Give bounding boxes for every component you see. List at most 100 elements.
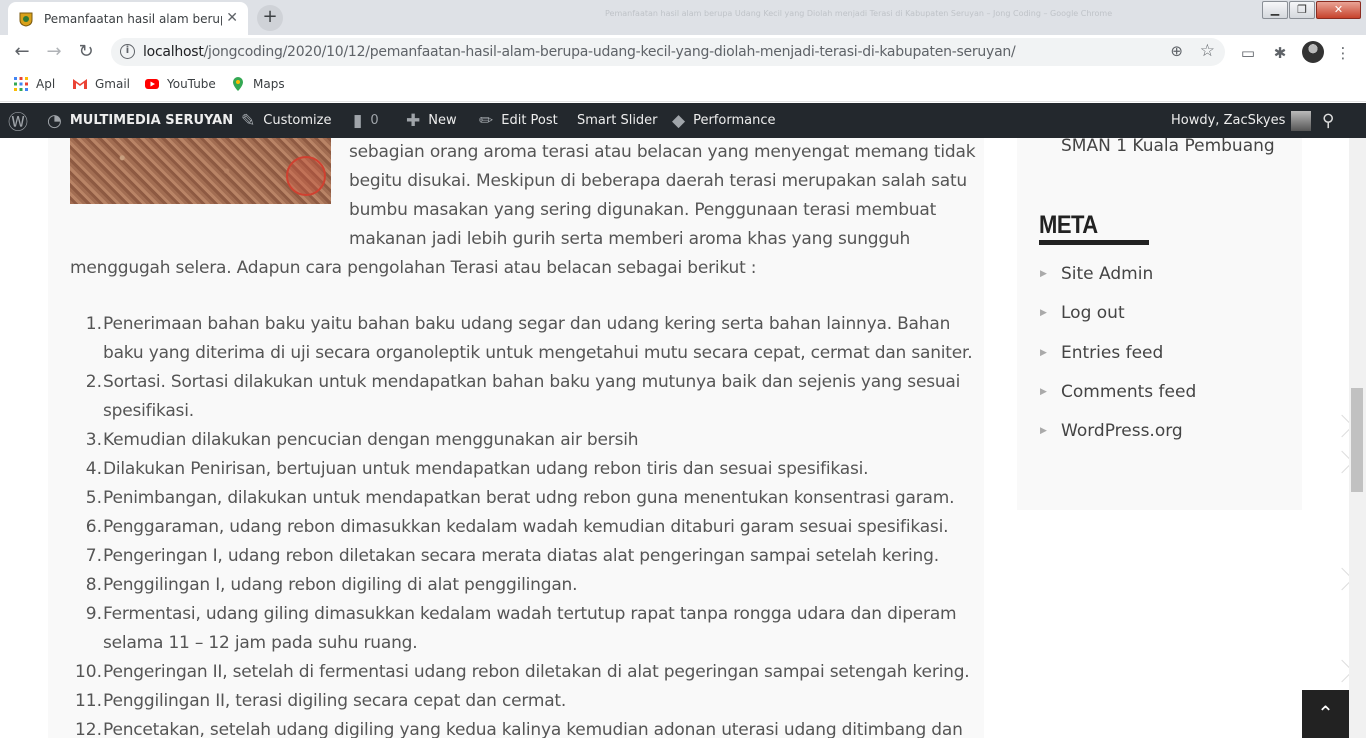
article-image <box>70 138 331 204</box>
chrome-menu-icon[interactable]: ⋮ <box>1334 44 1352 62</box>
browser-toolbar: ← → ↻ i localhost/jongcoding/2020/10/12/… <box>0 35 1366 69</box>
brush-icon: ✎ <box>241 110 256 131</box>
admin-search-icon[interactable]: ⚲ <box>1322 103 1334 138</box>
meta-link[interactable]: Log out <box>1061 303 1125 323</box>
window-title: Pemanfaatan hasil alam berupa Udang Keci… <box>605 9 1113 18</box>
step-text: Penimbangan, dilakukan untuk mendapatkan… <box>103 488 955 508</box>
meta-link[interactable]: Entries feed <box>1061 343 1163 363</box>
sidebar: SMAN 1 Kuala Pembuang META ▶ Site Admin ▶ L… <box>1017 138 1302 510</box>
meta-link[interactable]: Comments feed <box>1061 382 1196 402</box>
step-text: Pengeringan II, setelah di fermentasi ud… <box>103 662 970 682</box>
comment-icon: ▮ <box>353 110 363 131</box>
minimize-window-button[interactable]: ▁ <box>1262 1 1288 19</box>
step-text: Pencetakan, setelah udang digiling yang … <box>103 720 963 738</box>
profile-avatar[interactable] <box>1302 41 1324 63</box>
back-to-top-button[interactable]: ⌃ <box>1302 690 1349 738</box>
step-text: Penerimaan bahan baku yaitu bahan baku u… <box>103 314 951 334</box>
wp-admin-bar: Ⓦ ◔ MULTIMEDIA SERUYAN ✎ Customize ▮ 0 ✚ New… <box>0 103 1366 138</box>
intro-line: begitu disukai. Meskipun di beberapa dae… <box>349 171 967 191</box>
step-text: Dilakukan Penirisan, bertujuan untuk men… <box>103 459 869 479</box>
step-text: Penggaraman, udang rebon dimasukkan keda… <box>103 517 949 537</box>
reload-icon[interactable]: ↻ <box>76 42 96 62</box>
bookmark-star-icon[interactable]: ☆ <box>1200 41 1215 61</box>
image-watermark-logo <box>286 156 326 196</box>
step-number: 5. <box>85 488 102 508</box>
step-number: 2. <box>85 372 102 392</box>
intro-line: sebagian orang aroma terasi atau belacan… <box>349 142 976 162</box>
step-number: 11. <box>74 691 102 711</box>
browser-tab-strip: Pemanfaatan hasil alam berupa Udang Keci… <box>0 0 1366 35</box>
meta-widget-title: META <box>1039 210 1098 239</box>
bullet-arrow-icon: ▶ <box>1040 269 1047 279</box>
meta-link[interactable]: WordPress.org <box>1061 421 1183 441</box>
bookmark-youtube[interactable]: YouTube <box>144 76 216 92</box>
browser-tab-active[interactable]: Pemanfaatan hasil alam berupa Udang Keci… <box>8 2 248 35</box>
zoom-icon[interactable]: ⊕ <box>1170 42 1183 60</box>
admin-howdy[interactable]: Howdy, ZacSkyes <box>1171 103 1312 138</box>
maps-pin-icon <box>233 77 243 91</box>
admin-new[interactable]: ✚ New <box>406 103 457 138</box>
gmail-icon <box>73 79 87 89</box>
close-tab-icon[interactable]: ✕ <box>226 10 238 26</box>
step-text: Penggilingan II, terasi digiling secara … <box>103 691 567 711</box>
meta-link[interactable]: Site Admin <box>1061 264 1153 284</box>
apps-grid-icon <box>14 77 28 91</box>
chevron-up-icon: ⌃ <box>1317 701 1334 725</box>
youtube-icon <box>145 79 159 89</box>
step-text: Fermentasi, udang giling dimasukkan keda… <box>103 604 957 624</box>
step-text: selama 11 – 12 jam pada suhu ruang. <box>103 633 418 653</box>
meta-title-underline <box>1039 240 1149 245</box>
new-tab-button[interactable]: + <box>257 5 283 31</box>
maximize-window-button[interactable]: ❐ <box>1289 1 1315 19</box>
performance-icon: ◆ <box>672 110 686 131</box>
bookmark-label: Gmail <box>95 77 131 91</box>
bullet-arrow-icon: ▶ <box>1040 308 1047 319</box>
admin-customize[interactable]: ✎ Customize <box>241 103 332 138</box>
admin-edit-post[interactable]: ✏ Edit Post <box>479 103 558 138</box>
admin-performance[interactable]: ◆ Performance <box>672 103 775 138</box>
sidebar-link-sman[interactable]: SMAN 1 Kuala Pembuang <box>1061 138 1275 156</box>
step-number: 10. <box>74 662 102 682</box>
bookmark-apl[interactable]: Apl <box>13 76 55 92</box>
step-number: 9. <box>85 604 102 624</box>
site-info-icon[interactable]: i <box>120 44 135 59</box>
admin-comments[interactable]: ▮ 0 <box>353 103 379 138</box>
intro-line: bumbu masakan yang sering digunakan. Pen… <box>349 200 937 220</box>
step-number: 6. <box>85 517 102 537</box>
step-number: 3. <box>85 430 102 450</box>
extensions-puzzle-icon[interactable]: ✱ <box>1271 44 1289 62</box>
step-number: 1. <box>85 314 102 334</box>
back-arrow-icon[interactable]: ← <box>12 42 32 62</box>
page-scrollbar[interactable] <box>1349 138 1366 738</box>
address-bar[interactable]: i localhost/jongcoding/2020/10/12/pemanf… <box>111 38 1225 66</box>
admin-smart-slider[interactable]: Smart Slider <box>577 103 658 138</box>
intro-line: makanan jadi lebih gurih serta memberi a… <box>349 229 911 249</box>
bookmark-maps[interactable]: Maps <box>230 76 285 92</box>
step-number: 8. <box>85 575 102 595</box>
admin-site-name[interactable]: ◔ MULTIMEDIA SERUYAN <box>47 103 233 138</box>
bookmark-gmail[interactable]: Gmail <box>72 76 130 92</box>
bookmark-label: YouTube <box>167 77 216 91</box>
forward-arrow-icon[interactable]: → <box>44 42 64 62</box>
plus-icon: ✚ <box>406 110 421 131</box>
article-content: sebagian orang aroma terasi atau belacan… <box>48 138 984 738</box>
step-number: 12. <box>74 720 102 738</box>
step-text: Sortasi. Sortasi dilakukan untuk mendapa… <box>103 372 961 392</box>
bookmark-label: Maps <box>253 77 285 91</box>
intro-line: menggugah selera. Adapun cara pengolahan… <box>70 258 757 278</box>
bullet-arrow-icon: ▶ <box>1040 347 1047 358</box>
pencil-icon: ✏ <box>479 110 494 131</box>
page-body: sebagian orang aroma terasi atau belacan… <box>0 138 1366 738</box>
url-text[interactable]: localhost/jongcoding/2020/10/12/pemanfaa… <box>143 44 1016 60</box>
dashboard-icon: ◔ <box>47 110 62 131</box>
bookmarks-bar: Apl Gmail YouTube Maps <box>0 69 1366 102</box>
user-avatar <box>1291 110 1312 131</box>
scrollbar-thumb[interactable] <box>1351 388 1363 492</box>
wp-logo-icon[interactable]: Ⓦ <box>8 103 36 138</box>
step-text: Kemudian dilakukan pencucian dengan meng… <box>103 430 639 450</box>
close-window-button[interactable]: ✕ <box>1316 1 1361 19</box>
extension-tab-icon[interactable]: ▭ <box>1239 44 1257 62</box>
tab-title: Pemanfaatan hasil alam berupa Udang Keci… <box>44 11 222 26</box>
site-favicon-icon <box>19 12 33 27</box>
step-text: spesifikasi. <box>103 401 194 421</box>
